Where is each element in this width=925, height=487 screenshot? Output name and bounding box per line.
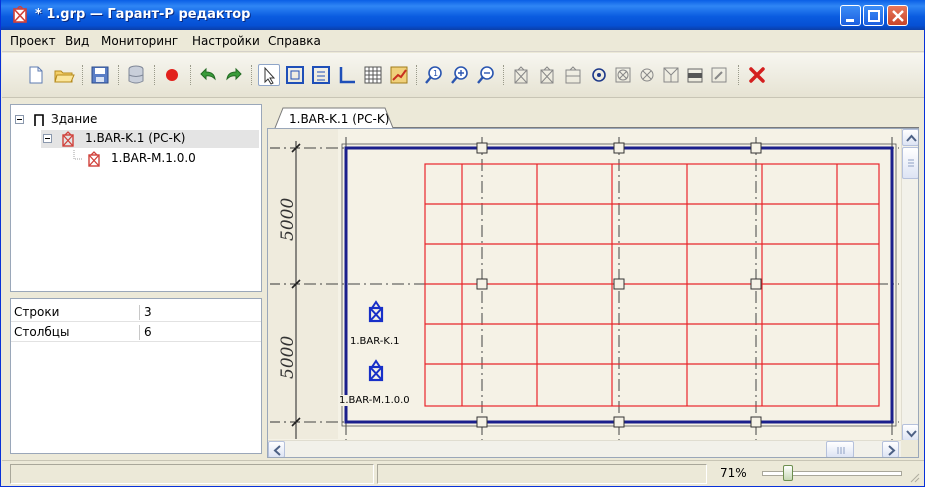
property-row[interactable]: Столбцы 6 bbox=[11, 323, 261, 342]
sensor-m-label: 1.BAR-M.1.0.0 bbox=[339, 395, 410, 406]
tab-label: 1.BAR-K.1 (PC-K) bbox=[289, 112, 390, 126]
grip-icon bbox=[837, 447, 845, 454]
app-window: * 1.grp — Гарант-Р редактор Проект Вид М… bbox=[0, 0, 925, 487]
sensor-alt-icon[interactable] bbox=[536, 64, 558, 86]
pen-icon[interactable] bbox=[708, 64, 730, 86]
close-button[interactable] bbox=[887, 5, 908, 26]
zoom-out-icon[interactable] bbox=[475, 64, 497, 86]
toolbar: 1 bbox=[2, 53, 924, 98]
zoom-one-icon[interactable]: 1 bbox=[423, 64, 445, 86]
sensor-device-icon bbox=[13, 6, 27, 23]
new-file-icon[interactable] bbox=[25, 64, 47, 86]
sensor-icon[interactable] bbox=[510, 64, 532, 86]
maximize-button[interactable] bbox=[863, 5, 884, 26]
circle-x-icon[interactable] bbox=[636, 64, 658, 86]
collapse-icon[interactable] bbox=[43, 134, 52, 143]
vertical-scroll-thumb[interactable] bbox=[902, 147, 918, 179]
building-icon bbox=[34, 114, 44, 126]
chevron-right-icon bbox=[888, 445, 896, 456]
property-value[interactable]: 6 bbox=[139, 325, 152, 340]
database-icon[interactable] bbox=[125, 64, 147, 86]
horizontal-scroll-thumb[interactable] bbox=[826, 441, 854, 457]
status-cell bbox=[10, 464, 374, 484]
zoom-slider-thumb[interactable] bbox=[782, 465, 793, 481]
tree-item-building[interactable]: Здание bbox=[13, 111, 259, 129]
tree-connector bbox=[73, 150, 83, 160]
tab-sensor-k[interactable]: 1.BAR-K.1 (PC-K) bbox=[275, 108, 393, 129]
zoom-percentage: 71% bbox=[720, 466, 747, 480]
menu-bar: Проект Вид Мониторинг Настройки Справка bbox=[2, 30, 924, 52]
select-node-icon[interactable] bbox=[310, 64, 332, 86]
menu-settings[interactable]: Настройки bbox=[192, 34, 260, 48]
chevron-left-icon bbox=[273, 445, 281, 456]
sensor-m-icon[interactable] bbox=[368, 359, 384, 382]
menu-monitoring[interactable]: Мониторинг bbox=[101, 34, 178, 48]
menu-view[interactable]: Вид bbox=[65, 34, 89, 48]
redo-icon[interactable] bbox=[223, 64, 245, 86]
tree-item-label: Здание bbox=[51, 112, 98, 126]
menu-project[interactable]: Проект bbox=[10, 34, 56, 48]
status-bar: 71% bbox=[2, 460, 924, 486]
dimension-label-bottom: 5000 bbox=[278, 335, 298, 379]
tree-item-sensor-k[interactable]: 1.BAR-K.1 (PC-K) bbox=[41, 130, 259, 148]
scroll-right-button[interactable] bbox=[882, 441, 899, 457]
chevron-up-icon bbox=[906, 134, 917, 142]
grid-icon[interactable] bbox=[362, 64, 384, 86]
delete-icon[interactable] bbox=[746, 64, 768, 86]
document-tabs: 1.BAR-K.1 (PC-K) bbox=[267, 104, 919, 128]
title-bar[interactable]: * 1.grp — Гарант-Р редактор bbox=[1, 0, 925, 30]
vertical-scrollbar[interactable] bbox=[901, 129, 918, 441]
menu-help[interactable]: Справка bbox=[268, 34, 321, 48]
scroll-left-button[interactable] bbox=[268, 441, 285, 457]
funnel-icon[interactable] bbox=[660, 64, 682, 86]
record-icon[interactable] bbox=[161, 64, 183, 86]
status-cell bbox=[377, 464, 707, 484]
collapse-icon[interactable] bbox=[15, 115, 24, 124]
grip-icon bbox=[908, 159, 914, 167]
drawing-canvas[interactable]: 5000 5000 1.BAR-K.1 1.BAR-M.1.0.0 bbox=[267, 128, 919, 458]
chart-icon[interactable] bbox=[388, 64, 410, 86]
select-region-icon[interactable] bbox=[284, 64, 306, 86]
pointer-icon[interactable] bbox=[258, 64, 280, 86]
sensor-grid bbox=[424, 163, 880, 407]
undo-icon[interactable] bbox=[197, 64, 219, 86]
sensor-k-icon[interactable] bbox=[368, 300, 384, 323]
tree-item-label: 1.BAR-K.1 (PC-K) bbox=[85, 131, 186, 145]
property-name: Столбцы bbox=[14, 325, 70, 339]
scroll-corner bbox=[901, 440, 918, 457]
bar-icon[interactable] bbox=[684, 64, 706, 86]
property-row[interactable]: Строки 3 bbox=[11, 303, 261, 322]
maximize-icon bbox=[868, 10, 880, 22]
sensor-device-icon bbox=[62, 131, 74, 147]
save-icon[interactable] bbox=[89, 64, 111, 86]
open-folder-icon[interactable] bbox=[53, 64, 75, 86]
property-value[interactable]: 3 bbox=[139, 305, 152, 320]
sensor-frame-icon[interactable] bbox=[562, 64, 584, 86]
svg-text:1: 1 bbox=[433, 69, 438, 78]
minimize-icon bbox=[846, 19, 854, 22]
tree-item-sensor-m[interactable]: 1.BAR-M.1.0.0 bbox=[69, 150, 259, 168]
property-name: Строки bbox=[14, 305, 60, 319]
target-icon[interactable] bbox=[588, 64, 610, 86]
sensor-k-label: 1.BAR-K.1 bbox=[350, 336, 400, 347]
properties-grid: Строки 3 Столбцы 6 bbox=[10, 298, 262, 454]
horizontal-scrollbar[interactable] bbox=[268, 440, 901, 457]
object-tree: Здание 1.BAR-K.1 (PC-K) 1.BAR-M.1.0.0 bbox=[10, 104, 262, 292]
zoom-in-icon[interactable] bbox=[449, 64, 471, 86]
window-title: * 1.grp — Гарант-Р редактор bbox=[35, 7, 251, 22]
tree-item-label: 1.BAR-M.1.0.0 bbox=[111, 151, 196, 165]
close-icon bbox=[892, 10, 904, 22]
sensor-device-icon bbox=[88, 151, 100, 167]
dimension-label-top: 5000 bbox=[278, 197, 298, 241]
scroll-down-button[interactable] bbox=[902, 424, 918, 441]
box-x-icon[interactable] bbox=[612, 64, 634, 86]
scroll-up-button[interactable] bbox=[902, 129, 918, 146]
resize-grip-icon[interactable] bbox=[908, 471, 920, 483]
corner-icon[interactable] bbox=[336, 64, 358, 86]
minimize-button[interactable] bbox=[840, 5, 861, 26]
